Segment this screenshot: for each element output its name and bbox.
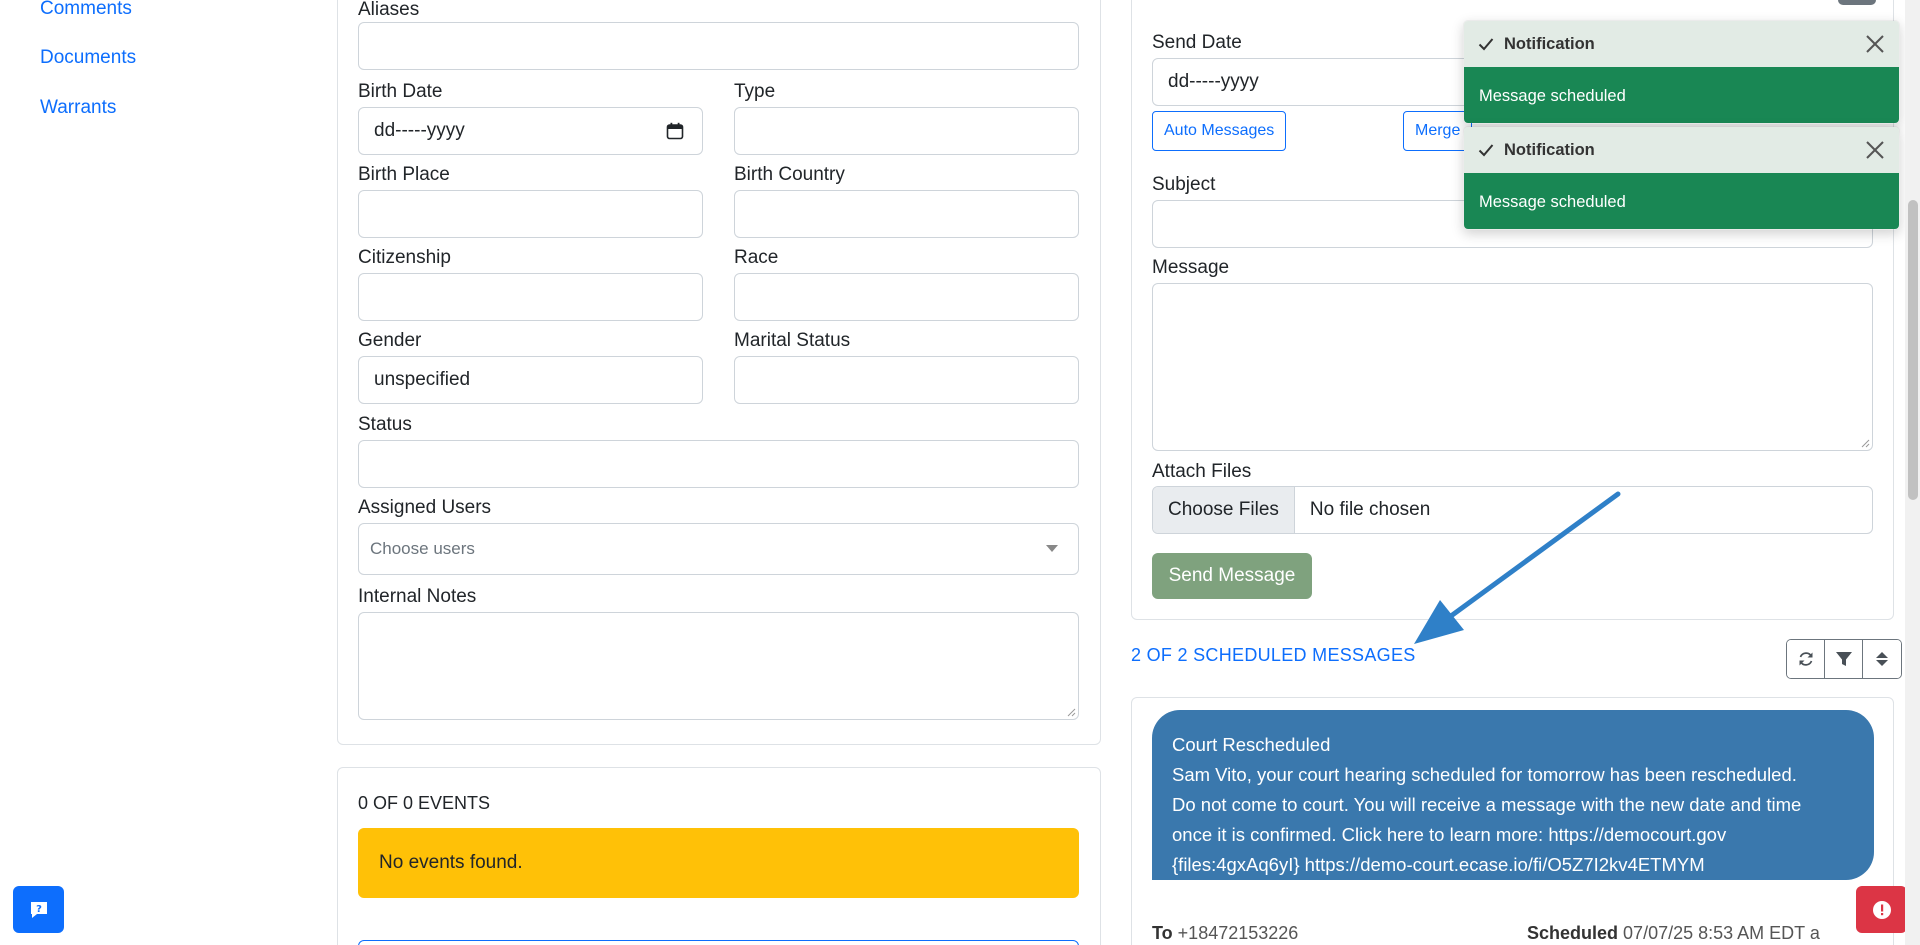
events-card: 0 OF 0 EVENTS No events found.: [337, 767, 1101, 945]
send-date-label: Send Date: [1152, 32, 1242, 53]
help-chat-button[interactable]: ?: [13, 886, 64, 933]
type-label: Type: [734, 81, 776, 102]
no-events-alert: No events found.: [358, 828, 1079, 898]
sidebar-item-documents[interactable]: Documents: [40, 47, 136, 69]
sort-button[interactable]: [1863, 640, 1901, 678]
assigned-users-label: Assigned Users: [358, 497, 492, 518]
sort-icon: [1876, 652, 1888, 666]
message-bubble: Court Rescheduled Sam Vito, your court h…: [1152, 710, 1874, 880]
scrollbar-thumb[interactable]: [1908, 200, 1918, 500]
toast-message: Message scheduled: [1464, 67, 1899, 123]
race-label: Race: [734, 247, 779, 268]
choose-files-button[interactable]: Choose Files: [1153, 487, 1295, 533]
race-input[interactable]: [734, 273, 1079, 321]
citizenship-label: Citizenship: [358, 247, 451, 268]
assigned-users-select[interactable]: Choose users: [358, 523, 1079, 575]
filter-button[interactable]: [1825, 640, 1863, 678]
message-recipient: To +18472153226: [1152, 923, 1298, 944]
citizenship-input[interactable]: [358, 273, 703, 321]
close-icon[interactable]: [1865, 34, 1885, 54]
aliases-input[interactable]: [358, 22, 1079, 70]
scheduled-label: Scheduled: [1527, 923, 1619, 943]
birth-date-label: Birth Date: [358, 81, 443, 102]
toast-header: Notification: [1464, 127, 1899, 173]
birth-place-input[interactable]: [358, 190, 703, 238]
notification-toast: Notification Message scheduled: [1463, 20, 1900, 124]
send-date-value: dd-----yyyy: [1168, 71, 1259, 92]
filter-icon: [1835, 652, 1852, 666]
gender-input[interactable]: unspecified: [358, 356, 703, 404]
refresh-icon: [1799, 652, 1812, 666]
resize-handle-icon[interactable]: [1066, 707, 1076, 717]
svg-text:?: ?: [36, 904, 42, 915]
gender-label: Gender: [358, 330, 422, 351]
refresh-button[interactable]: [1787, 640, 1825, 678]
scheduled-messages-count[interactable]: 2 OF 2 SCHEDULED MESSAGES: [1131, 645, 1416, 666]
toast-title: Notification: [1504, 34, 1595, 53]
message-line: once it is confirmed. Click here to lear…: [1172, 824, 1727, 845]
birth-country-label: Birth Country: [734, 164, 845, 185]
sidebar-item-warrants[interactable]: Warrants: [40, 97, 116, 119]
aliases-label: Aliases: [358, 0, 420, 20]
toast-header: Notification: [1464, 21, 1899, 67]
to-value: +18472153226: [1177, 923, 1299, 943]
error-alert-button[interactable]: [1856, 886, 1907, 933]
to-label: To: [1152, 923, 1173, 943]
resize-handle-icon[interactable]: [1860, 438, 1870, 448]
events-action-button[interactable]: [358, 940, 1079, 945]
send-message-button[interactable]: Send Message: [1152, 553, 1312, 599]
check-icon: [1478, 38, 1494, 51]
notification-toast: Notification Message scheduled: [1463, 126, 1900, 230]
page-scrollbar[interactable]: [1905, 0, 1920, 945]
toast-message: Message scheduled: [1464, 173, 1899, 229]
profile-form-card: Aliases Birth Date dd-----yyyy Type Birt…: [337, 0, 1101, 745]
message-line: Do not come to court. You will receive a…: [1172, 794, 1802, 815]
calendar-icon[interactable]: [666, 122, 684, 140]
birth-date-value: dd-----yyyy: [374, 120, 465, 141]
birth-date-input[interactable]: dd-----yyyy: [358, 107, 703, 155]
exclamation-circle-icon: [1872, 900, 1891, 919]
message-line: Sam Vito, your court hearing scheduled f…: [1172, 764, 1797, 785]
merge-button[interactable]: Merge: [1403, 111, 1473, 151]
message-schedule: Scheduled 07/07/25 8:53 AM EDT a: [1527, 923, 1820, 944]
sidebar-item-comments[interactable]: Comments: [40, 0, 132, 20]
top-action-button[interactable]: [1838, 0, 1876, 5]
check-icon: [1478, 144, 1494, 157]
scheduled-message-card: Court Rescheduled Sam Vito, your court h…: [1131, 697, 1894, 945]
message-line: Court Rescheduled: [1172, 734, 1331, 755]
marital-status-label: Marital Status: [734, 330, 851, 351]
status-input[interactable]: [358, 440, 1079, 488]
events-count: 0 OF 0 EVENTS: [358, 793, 491, 813]
attach-files-label: Attach Files: [1152, 461, 1252, 482]
scheduled-value: 07/07/25 8:53 AM EDT a: [1623, 923, 1820, 943]
subject-label: Subject: [1152, 174, 1216, 195]
scheduled-toolbar: [1786, 639, 1902, 679]
chat-question-icon: ?: [30, 901, 47, 918]
message-label: Message: [1152, 257, 1230, 278]
close-icon[interactable]: [1865, 140, 1885, 160]
birth-country-input[interactable]: [734, 190, 1079, 238]
no-events-text: No events found.: [379, 852, 523, 873]
type-input[interactable]: [734, 107, 1079, 155]
message-line: {files:4gxAq6yI} https://demo-court.ecas…: [1172, 854, 1705, 875]
birth-place-label: Birth Place: [358, 164, 450, 185]
marital-status-input[interactable]: [734, 356, 1079, 404]
toast-title: Notification: [1504, 140, 1595, 159]
auto-messages-button[interactable]: Auto Messages: [1152, 111, 1287, 151]
annotation-arrow: [1414, 491, 1621, 644]
status-label: Status: [358, 414, 412, 435]
assigned-users-placeholder: Choose users: [370, 539, 475, 558]
message-textarea[interactable]: [1152, 283, 1873, 451]
internal-notes-textarea[interactable]: [358, 612, 1079, 720]
dropdown-caret-icon: [1046, 545, 1058, 552]
internal-notes-label: Internal Notes: [358, 586, 477, 607]
